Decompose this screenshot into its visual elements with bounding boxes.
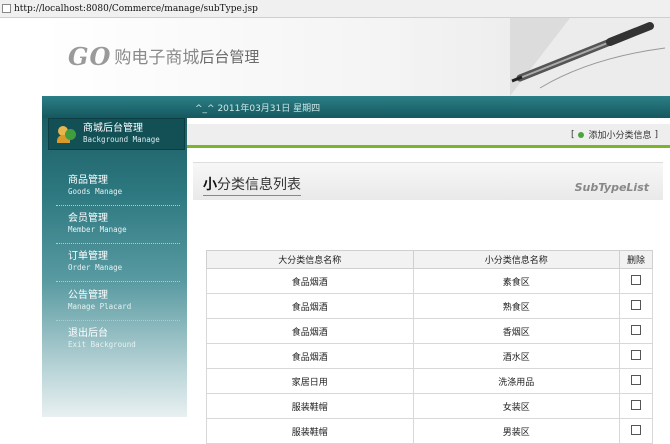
address-bar[interactable]: http://localhost:8080/Commerce/manage/su…: [0, 0, 670, 18]
subtype-cell: 熟食区: [412, 293, 620, 319]
current-date: ^_^ 2011年03月31日 星期四: [195, 103, 321, 114]
url-text[interactable]: http://localhost:8080/Commerce/manage/su…: [14, 4, 258, 14]
category-cell: 食品烟酒: [206, 293, 414, 319]
admin-frame: GO 购电子商城 后台管理 ^_^ 2011年03月31日 星期四 商城后台管理…: [42, 18, 670, 444]
page-icon: [2, 4, 11, 13]
delete-cell: [619, 418, 653, 444]
bracket-close: ]: [654, 129, 658, 140]
table-row: 食品烟酒 酒水区: [206, 343, 653, 369]
delete-cell: [619, 293, 653, 319]
sidebar-item-placard[interactable]: 公告管理 Manage Placard: [56, 283, 180, 321]
bracket-open: [: [570, 129, 575, 140]
table-row: 服装鞋帽 男装区: [206, 418, 653, 444]
sidebar-header-label: 商城后台管理: [83, 123, 143, 134]
delete-checkbox[interactable]: [631, 424, 641, 435]
table-row: 服装鞋帽 女装区: [206, 393, 653, 419]
col-header-category: 大分类信息名称: [206, 250, 414, 269]
delete-cell: [619, 268, 653, 294]
delete-checkbox[interactable]: [631, 349, 641, 360]
col-header-delete: 删除: [619, 250, 653, 269]
sidebar: 商城后台管理 Background Manage 商品管理 Goods Mana…: [42, 118, 187, 417]
sidebar-header-sub: Background Manage: [83, 135, 160, 144]
sidebar-item-members[interactable]: 会员管理 Member Manage: [56, 206, 180, 244]
toolbar: [ 添加小分类信息 ]: [187, 124, 670, 148]
delete-cell: [619, 318, 653, 344]
delete-cell: [619, 343, 653, 369]
banner: GO 购电子商城 后台管理: [42, 18, 670, 96]
category-cell: 食品烟酒: [206, 318, 414, 344]
delete-cell: [619, 368, 653, 394]
sidebar-item-logout[interactable]: 退出后台 Exit Background: [56, 321, 180, 359]
delete-checkbox[interactable]: [631, 324, 641, 335]
table-row: 食品烟酒 香烟区: [206, 318, 653, 344]
users-icon: [57, 124, 77, 144]
sidebar-item-label[interactable]: 公告管理: [68, 290, 180, 301]
subtype-cell: 洗涤用品: [412, 368, 620, 394]
table-row: 食品烟酒 熟食区: [206, 293, 653, 319]
sidebar-item-label[interactable]: 退出后台: [68, 328, 180, 339]
sidebar-item-sub[interactable]: Member Manage: [68, 224, 180, 235]
delete-cell: [619, 393, 653, 419]
table-row: 食品烟酒 素食区: [206, 268, 653, 294]
delete-checkbox[interactable]: [631, 399, 641, 410]
category-cell: 食品烟酒: [206, 343, 414, 369]
delete-checkbox[interactable]: [631, 374, 641, 385]
col-header-subtype: 小分类信息名称: [412, 250, 620, 269]
page-title: 小分类信息列表: [203, 174, 301, 196]
subtype-cell: 素食区: [412, 268, 620, 294]
date-bar: ^_^ 2011年03月31日 星期四: [42, 96, 670, 118]
add-dot-icon: [578, 131, 585, 138]
category-cell: 服装鞋帽: [206, 393, 414, 419]
delete-checkbox[interactable]: [631, 274, 641, 285]
subtype-cell: 酒水区: [412, 343, 620, 369]
sidebar-item-sub[interactable]: Goods Manage: [68, 186, 180, 197]
title-rest: 分类信息列表: [217, 177, 301, 193]
site-logo: GO 购电子商城 后台管理: [68, 42, 259, 71]
category-cell: 食品烟酒: [206, 268, 414, 294]
sidebar-item-goods[interactable]: 商品管理 Goods Manage: [56, 168, 180, 206]
sidebar-item-sub[interactable]: Exit Background: [68, 339, 180, 350]
category-cell: 家居日用: [206, 368, 414, 394]
add-subtype-link[interactable]: 添加小分类信息: [588, 128, 651, 141]
sidebar-item-label[interactable]: 商品管理: [68, 175, 180, 186]
main-content: [ 添加小分类信息 ] 小分类信息列表 SubTypeList 大分类信息名称 …: [187, 118, 670, 444]
sidebar-item-sub[interactable]: Order Manage: [68, 262, 180, 273]
sidebar-item-label[interactable]: 会员管理: [68, 213, 180, 224]
sidebar-item-orders[interactable]: 订单管理 Order Manage: [56, 244, 180, 282]
logo-admin-text: 后台管理: [199, 48, 260, 66]
sidebar-item-sub[interactable]: Manage Placard: [68, 301, 180, 312]
logo-go: GO: [68, 42, 112, 71]
subtype-cell: 女装区: [412, 393, 620, 419]
category-cell: 服装鞋帽: [206, 418, 414, 444]
page-title-en: SubTypeList: [574, 181, 649, 194]
delete-checkbox[interactable]: [631, 299, 641, 310]
table-row: 家居日用 洗涤用品: [206, 368, 653, 394]
subtype-cell: 男装区: [412, 418, 620, 444]
panel-header: 小分类信息列表 SubTypeList: [193, 162, 663, 200]
logo-text: 购电子商城: [114, 48, 200, 68]
sidebar-header: 商城后台管理 Background Manage: [48, 118, 185, 150]
sidebar-item-label[interactable]: 订单管理: [68, 251, 180, 262]
pen-illustration: [510, 18, 670, 96]
title-prefix: 小: [203, 177, 217, 193]
subtype-cell: 香烟区: [412, 318, 620, 344]
subtype-table: 大分类信息名称 小分类信息名称 删除 食品烟酒 素食区 食品烟酒 熟食区 食品烟: [206, 250, 653, 444]
